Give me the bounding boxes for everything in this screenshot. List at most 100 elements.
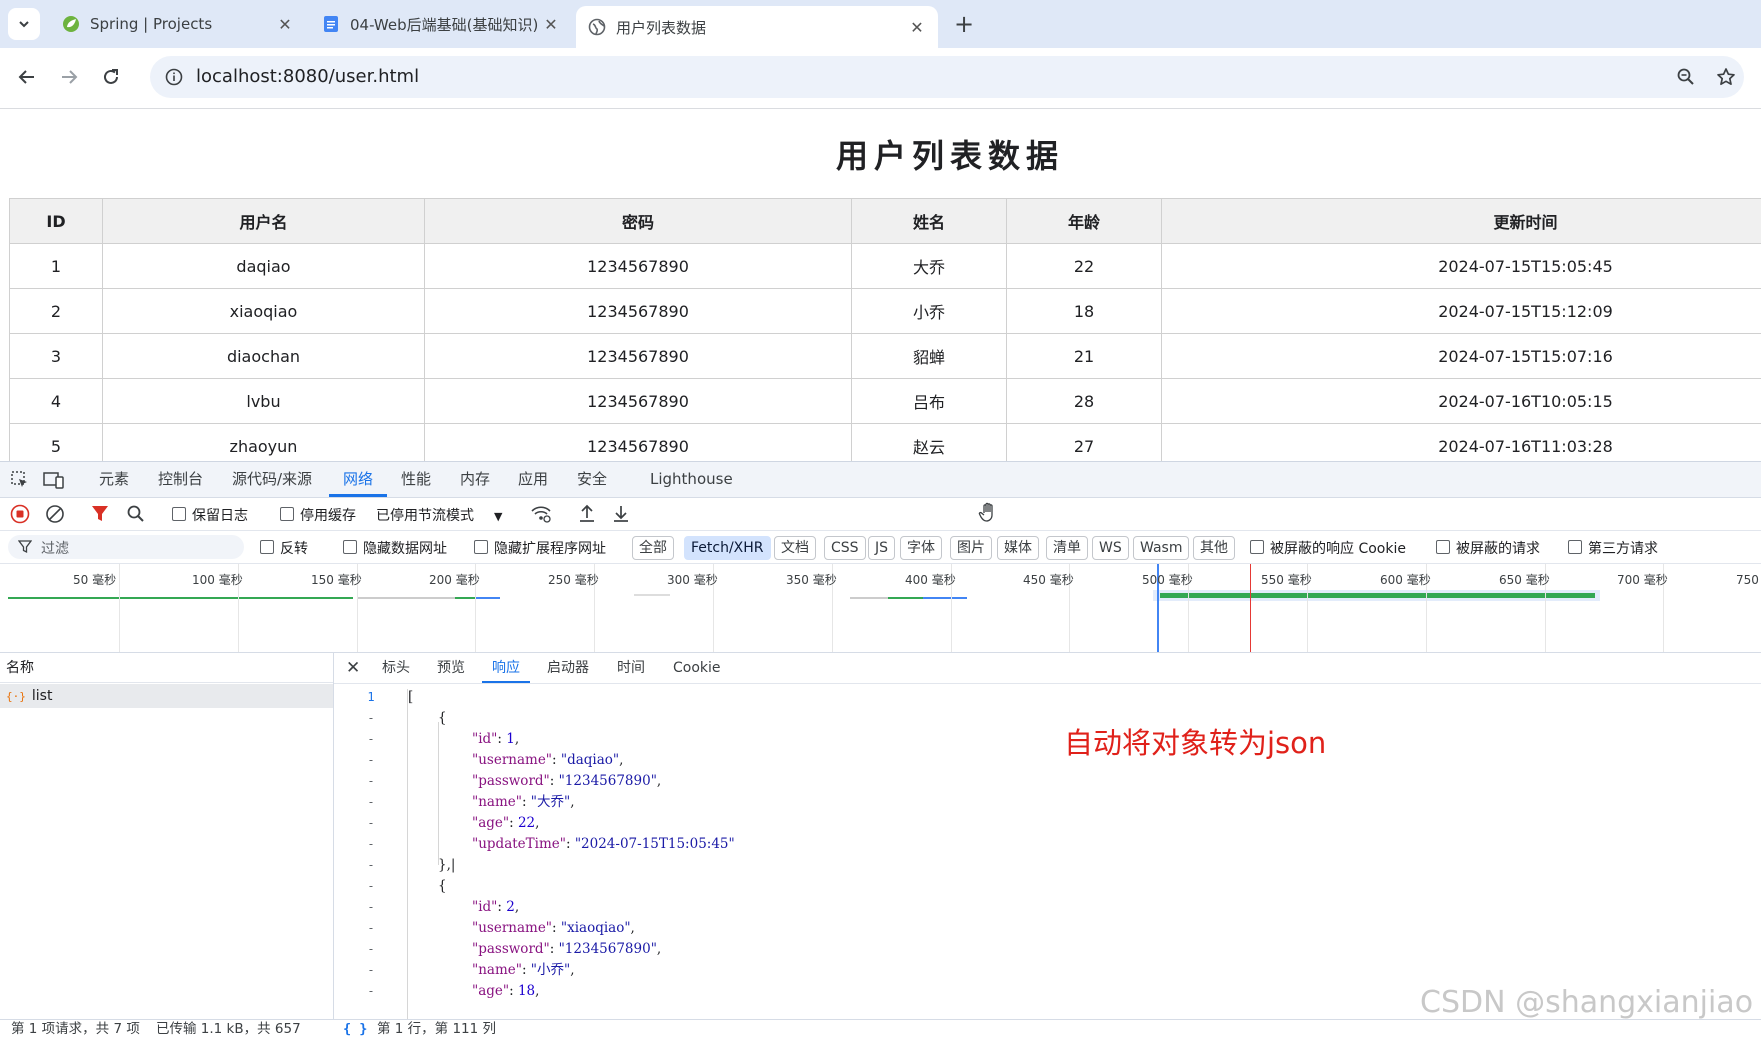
close-detail-icon[interactable]: ✕ [346, 653, 360, 683]
browser-tab-docs[interactable]: 04-Web后端基础(基础知识) - ✕ [310, 6, 572, 42]
blocked-cookies-checkbox[interactable]: 被屏蔽的响应 Cookie [1250, 538, 1406, 558]
devtools-tab-application[interactable]: 应用 [518, 462, 548, 497]
line-number: - [364, 729, 378, 750]
network-conditions-icon[interactable] [530, 504, 552, 528]
load-event-marker [1250, 564, 1251, 652]
device-toolbar-icon[interactable] [42, 468, 66, 492]
address-bar[interactable]: localhost:8080/user.html [150, 56, 1744, 98]
devtools-tab-memory[interactable]: 内存 [460, 462, 490, 497]
hide-data-urls-checkbox[interactable]: 隐藏数据网址 [343, 538, 447, 558]
import-har-icon[interactable] [578, 504, 596, 528]
filter-type-ws[interactable]: WS [1092, 536, 1129, 560]
filter-icon[interactable] [91, 504, 109, 528]
detail-tab-preview[interactable]: 预览 [437, 653, 465, 683]
table-cell: lvbu [103, 379, 425, 424]
json-colon: : [522, 794, 531, 810]
filter-input[interactable]: 过滤 [8, 535, 244, 559]
json-colon: : [497, 899, 506, 915]
checkbox-box [1250, 540, 1264, 554]
filter-type-wasm[interactable]: Wasm [1133, 536, 1189, 560]
preserve-log-checkbox[interactable]: 保留日志 [172, 505, 248, 525]
column-header-id: ID [10, 199, 103, 244]
table-cell: xiaoqiao [103, 289, 425, 334]
network-toolbar: 保留日志 停用缓存 已停用节流模式▼ [0, 498, 1761, 531]
close-icon[interactable]: ✕ [274, 15, 296, 34]
browser-tabstrip: Spring | Projects ✕ 04-Web后端基础(基础知识) - ✕… [0, 0, 1761, 48]
filter-type-font[interactable]: 字体 [900, 536, 942, 560]
hide-ext-urls-checkbox[interactable]: 隐藏扩展程序网址 [474, 538, 606, 558]
indent-guide [407, 689, 408, 1019]
detail-tab-timing[interactable]: 时间 [617, 653, 645, 683]
filter-type-all[interactable]: 全部 [632, 536, 674, 560]
browser-tab-userlist[interactable]: 用户列表数据 ✕ [576, 6, 938, 48]
devtools-tab-lighthouse[interactable]: Lighthouse [650, 462, 733, 497]
devtools-tab-network[interactable]: 网络 [329, 462, 387, 497]
export-har-icon[interactable] [612, 504, 630, 528]
disable-cache-checkbox[interactable]: 停用缓存 [280, 505, 356, 525]
request-row-list[interactable]: {·}list [0, 684, 333, 708]
reload-button[interactable] [96, 62, 126, 92]
invert-checkbox[interactable]: 反转 [260, 538, 308, 558]
record-stop-icon[interactable] [10, 504, 30, 528]
zoom-icon[interactable] [1674, 65, 1698, 89]
code-text: "name": "大乔", [472, 792, 575, 813]
devtools-tab-performance[interactable]: 性能 [401, 462, 431, 497]
detail-tab-initiator[interactable]: 启动器 [547, 653, 589, 683]
site-info-icon[interactable] [162, 65, 186, 89]
back-button[interactable] [12, 62, 42, 92]
table-cell: 吕布 [852, 379, 1007, 424]
third-party-checkbox[interactable]: 第三方请求 [1568, 538, 1658, 558]
filter-type-other[interactable]: 其他 [1193, 536, 1235, 560]
filter-placeholder: 过滤 [41, 538, 69, 558]
new-tab-button[interactable]: + [948, 8, 980, 40]
clear-icon[interactable] [45, 504, 65, 528]
devtools-panel: 元素 控制台 源代码/来源 网络 性能 内存 应用 安全 Lighthouse … [0, 461, 1761, 1037]
filter-type-fetch-xhr[interactable]: Fetch/XHR [684, 536, 771, 560]
close-icon[interactable]: ✕ [540, 15, 562, 34]
forward-button[interactable] [54, 62, 84, 92]
network-timeline-overview[interactable]: 50 毫秒100 毫秒150 毫秒200 毫秒250 毫秒300 毫秒350 毫… [0, 564, 1761, 653]
throttle-select[interactable]: 已停用节流模式▼ [376, 505, 502, 525]
table-cell: 18 [1007, 289, 1162, 334]
table-cell: 1234567890 [425, 334, 852, 379]
filter-type-media[interactable]: 媒体 [997, 536, 1039, 560]
response-viewer[interactable]: 自动将对象转为json 1[-{-"id": 1,-"username": "d… [334, 684, 1761, 1019]
filter-type-js[interactable]: JS [868, 536, 895, 560]
table-cell: zhaoyun [103, 424, 425, 462]
devtools-tab-sources[interactable]: 源代码/来源 [232, 462, 312, 497]
timeline-tick [119, 564, 120, 652]
json-key: "id" [472, 731, 497, 747]
detail-tab-headers[interactable]: 标头 [382, 653, 410, 683]
timeline-tick-label: 550 毫秒 [1261, 571, 1312, 588]
column-header-age: 年龄 [1007, 199, 1162, 244]
inspect-element-icon[interactable] [8, 468, 32, 492]
detail-tab-response[interactable]: 响应 [482, 653, 530, 683]
json-value: "1234567890" [559, 941, 657, 957]
line-number: - [364, 876, 378, 897]
column-header-update-time: 更新时间 [1162, 199, 1761, 244]
search-icon[interactable] [126, 504, 146, 528]
browser-navbar: localhost:8080/user.html [0, 48, 1761, 109]
json-key: "name" [472, 794, 522, 810]
json-colon: : [509, 815, 518, 831]
devtools-tab-elements[interactable]: 元素 [99, 462, 129, 497]
hide-ext-urls-label: 隐藏扩展程序网址 [494, 541, 606, 557]
tab-search-button[interactable] [8, 8, 40, 40]
json-key: "password" [472, 773, 550, 789]
filter-type-css[interactable]: CSS [824, 536, 866, 560]
filter-type-doc[interactable]: 文档 [774, 536, 816, 560]
bookmark-star-icon[interactable] [1714, 65, 1738, 89]
blocked-requests-checkbox[interactable]: 被屏蔽的请求 [1436, 538, 1540, 558]
tab-title: Spring | Projects [90, 15, 274, 33]
browser-tab-spring[interactable]: Spring | Projects ✕ [50, 6, 306, 42]
filter-type-img[interactable]: 图片 [950, 536, 992, 560]
detail-tab-cookie[interactable]: Cookie [673, 653, 721, 683]
timeline-tick-label: 300 毫秒 [667, 571, 718, 588]
devtools-tab-console[interactable]: 控制台 [158, 462, 203, 497]
json-comma: , [619, 752, 623, 768]
close-icon[interactable]: ✕ [906, 18, 928, 37]
filter-type-manifest[interactable]: 清单 [1046, 536, 1088, 560]
devtools-tab-security[interactable]: 安全 [577, 462, 607, 497]
table-cell: diaochan [103, 334, 425, 379]
pretty-print-icon[interactable]: { } [343, 1020, 367, 1038]
